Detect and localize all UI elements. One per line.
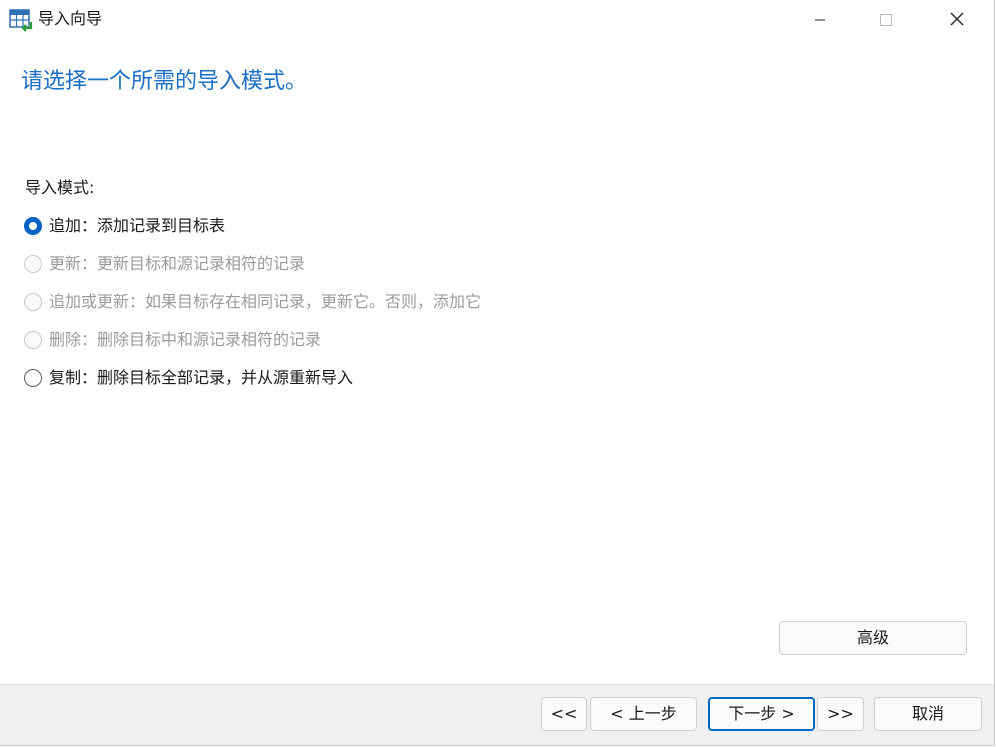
radio-button[interactable] [24,217,42,235]
close-icon [950,11,964,30]
first-step-button[interactable]: << [541,697,587,731]
mode-option-append[interactable]: 追加：添加记录到目标表 [24,214,225,238]
maximize-button[interactable] [863,0,909,40]
radio-button [24,331,42,349]
next-button[interactable]: 下一步 > [708,697,815,731]
minimize-button[interactable] [797,0,843,40]
advanced-button[interactable]: 高级 [779,621,967,655]
mode-option-label: 追加或更新：如果目标存在相同记录，更新它。否则，添加它 [49,292,482,311]
previous-button[interactable]: < 上一步 [590,697,697,731]
close-button[interactable] [934,0,980,40]
mode-option-label: 追加：添加记录到目标表 [49,216,226,235]
mode-option-update: 更新：更新目标和源记录相符的记录 [24,252,305,276]
minimize-icon [814,11,826,30]
mode-option-delete: 删除：删除目标中和源记录相符的记录 [24,328,321,352]
last-step-button[interactable]: >> [817,697,864,731]
import-wizard-window: 导入向导 请选择一个所需的导入模式。 导入模式: 追加：添加记录到目标表 更新：… [0,0,995,746]
mode-option-append-or-update: 追加或更新：如果目标存在相同记录，更新它。否则，添加它 [24,290,481,314]
mode-option-copy[interactable]: 复制：删除目标全部记录，并从源重新导入 [24,366,353,390]
maximize-icon [880,11,892,30]
cancel-button[interactable]: 取消 [874,697,982,731]
radio-button[interactable] [24,369,42,387]
import-mode-label: 导入模式: [25,178,95,197]
title-bar: 导入向导 [0,0,994,40]
radio-button [24,255,42,273]
mode-option-label: 复制：删除目标全部记录，并从源重新导入 [49,368,354,387]
window-title: 导入向导 [38,9,103,28]
page-title: 请选择一个所需的导入模式。 [21,69,308,94]
radio-button [24,293,42,311]
mode-option-label: 更新：更新目标和源记录相符的记录 [49,254,306,273]
mode-option-label: 删除：删除目标中和源记录相符的记录 [49,330,322,349]
table-import-icon [9,8,33,32]
